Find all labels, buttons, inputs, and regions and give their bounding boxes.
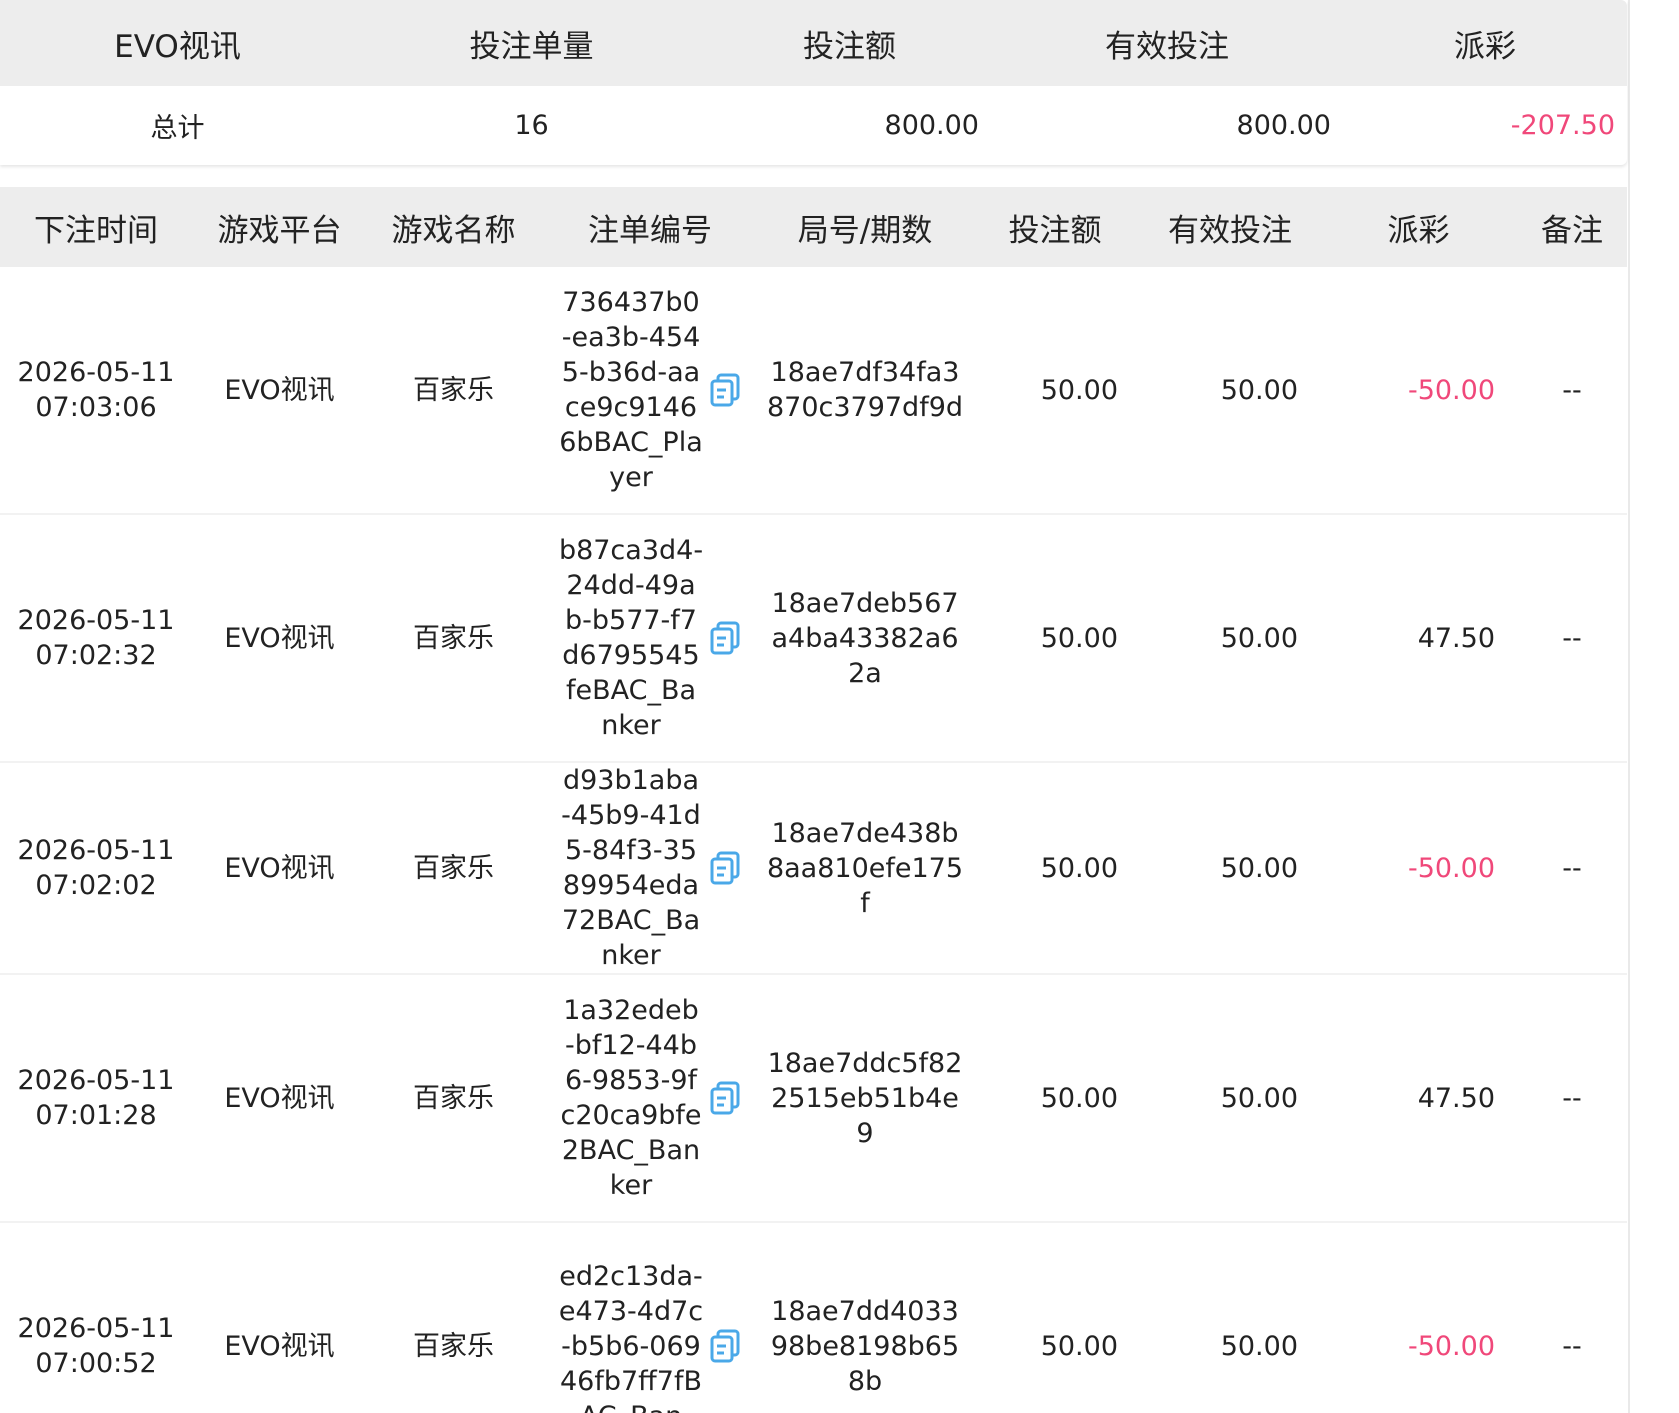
row-round-id: 18ae7de438b8aa810efe175f [766,817,964,919]
copy-icon[interactable] [710,621,742,655]
table-row: 2026-05-11 07:01:28 EVO视讯 百家乐 1a32edeb-b… [0,975,1627,1223]
summary-card: EVO视讯 投注单量 投注额 有效投注 派彩 总计 16 800.00 800.… [0,0,1627,165]
row-bet-time: 2026-05-11 07:02:32 [17,605,175,671]
summary-valid-bet-value: 800.00 [1236,110,1331,141]
summary-header-count: 投注单量 [469,28,594,65]
copy-icon[interactable] [710,1081,742,1115]
table-row: 2026-05-11 07:03:06 EVO视讯 百家乐 736437b0-e… [0,267,1627,515]
row-game-name: 百家乐 [413,374,494,406]
row-round-id: 18ae7deb567a4ba43382a62a [771,587,959,689]
row-bet-time: 2026-05-11 07:01:28 [17,1065,175,1131]
col-header-payout: 派彩 [1387,212,1450,249]
row-bet-time: 2026-05-11 07:00:52 [17,1313,175,1379]
row-payout: -50.00 [1407,1330,1495,1362]
row-payout: -50.00 [1407,852,1495,884]
row-game-name: 百家乐 [413,852,494,884]
row-game-name: 百家乐 [413,1082,494,1114]
row-valid-bet: 50.00 [1220,1330,1298,1362]
summary-header-payout: 派彩 [1454,28,1516,65]
summary-bet-value: 800.00 [884,110,979,141]
row-platform: EVO视讯 [224,622,335,654]
table-row: 2026-05-11 07:02:02 EVO视讯 百家乐 d93b1aba-4… [0,763,1627,975]
col-header-order-id: 注单编号 [588,212,712,249]
col-header-bet-time: 下注时间 [34,212,158,249]
row-order-id: ed2c13da-e473-4d7c-b5b6-06946fb7ff7fBAC_… [558,1260,704,1413]
summary-header-row: EVO视讯 投注单量 投注额 有效投注 派彩 [0,0,1627,86]
table-header-row: 下注时间 游戏平台 游戏名称 注单编号 局号/期数 投注额 有效投注 派彩 备注 [0,187,1627,267]
row-note: -- [1562,1330,1582,1362]
row-payout: 47.50 [1417,1082,1495,1114]
row-note: -- [1562,374,1582,406]
row-round-id: 18ae7dd403398be8198b658b [770,1295,960,1397]
table-row: 2026-05-11 07:00:52 EVO视讯 百家乐 ed2c13da-e… [0,1223,1627,1413]
summary-total-row: 总计 16 800.00 800.00 -207.50 [0,86,1627,165]
row-platform: EVO视讯 [224,852,335,884]
row-valid-bet: 50.00 [1220,622,1298,654]
col-header-valid-bet: 有效投注 [1168,212,1292,249]
row-payout: 47.50 [1417,622,1495,654]
bet-records-page: EVO视讯 投注单量 投注额 有效投注 派彩 总计 16 800.00 800.… [0,0,1679,1413]
summary-payout-value: -207.50 [1510,110,1615,141]
summary-header-bet: 投注额 [803,28,896,65]
summary-count-value: 16 [514,110,549,141]
row-platform: EVO视讯 [224,374,335,406]
col-header-round: 局号/期数 [797,212,933,249]
row-payout: -50.00 [1407,374,1495,406]
page-edge-divider [1628,0,1630,1413]
copy-icon[interactable] [710,373,742,407]
row-note: -- [1562,622,1582,654]
row-platform: EVO视讯 [224,1330,335,1362]
row-order-id: 1a32edeb-bf12-44b6-9853-9fc20ca9bfe2BAC_… [560,995,702,1201]
row-game-name: 百家乐 [413,622,494,654]
row-bet: 50.00 [1040,1330,1118,1362]
summary-total-label: 总计 [150,113,205,144]
summary-header-valid-bet: 有效投注 [1105,28,1229,65]
summary-header-platform: EVO视讯 [114,28,241,65]
row-game-name: 百家乐 [413,1330,494,1362]
row-round-id: 18ae7ddc5f822515eb51b4e9 [767,1047,963,1149]
row-bet-time: 2026-05-11 07:03:06 [17,357,175,423]
col-header-bet: 投注额 [1008,212,1102,249]
row-valid-bet: 50.00 [1220,374,1298,406]
col-header-game-name: 游戏名称 [391,212,516,249]
row-round-id: 18ae7df34fa3870c3797df9d [766,357,964,423]
row-bet: 50.00 [1040,1082,1118,1114]
copy-icon[interactable] [710,851,742,885]
row-platform: EVO视讯 [224,1082,335,1114]
row-order-id: d93b1aba-45b9-41d5-84f3-3589954eda72BAC_… [561,765,701,971]
col-header-note: 备注 [1541,212,1603,249]
row-bet: 50.00 [1040,374,1118,406]
row-note: -- [1562,1082,1582,1114]
row-valid-bet: 50.00 [1220,852,1298,884]
row-bet: 50.00 [1040,622,1118,654]
row-order-id: b87ca3d4-24dd-49ab-b577-f7d6795545feBAC_… [558,535,704,741]
col-header-platform: 游戏平台 [217,212,342,249]
table-row: 2026-05-11 07:02:32 EVO视讯 百家乐 b87ca3d4-2… [0,515,1627,763]
row-bet: 50.00 [1040,852,1118,884]
row-bet-time: 2026-05-11 07:02:02 [17,835,175,901]
row-note: -- [1562,852,1582,884]
copy-icon[interactable] [710,1329,742,1363]
bet-detail-table: 下注时间 游戏平台 游戏名称 注单编号 局号/期数 投注额 有效投注 派彩 备注… [0,187,1627,1413]
row-order-id: 736437b0-ea3b-4545-b36d-aace9c91466bBAC_… [559,287,703,493]
row-valid-bet: 50.00 [1220,1082,1298,1114]
